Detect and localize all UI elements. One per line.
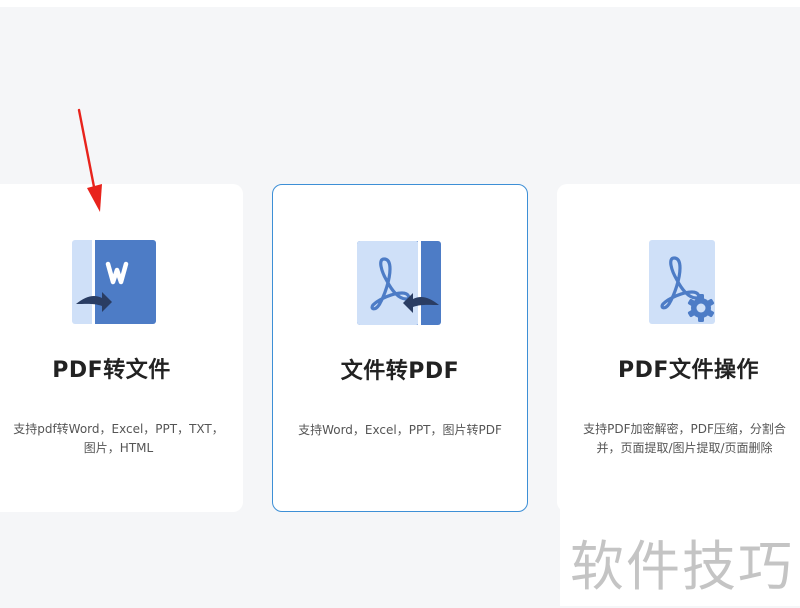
card-description-line: 支持PDF加密解密，PDF压缩，分割合 [583,422,786,436]
card-description-line: 并，页面提取/图片提取/页面删除 [596,441,773,455]
card-description-line: 支持Word，Excel，PPT，图片转PDF [298,423,502,437]
card-title: PDF文件操作 [618,358,759,383]
card-title: PDF转文件 [52,358,171,383]
file-to-pdf-card[interactable]: 文件转PDF 支持Word，Excel，PPT，图片转PDF [272,184,528,512]
card-description: 支持PDF加密解密，PDF压缩，分割合 并，页面提取/图片提取/页面删除 [573,420,796,458]
card-description-line: 支持pdf转Word，Excel，PPT，TXT， [13,422,224,436]
pdf-settings-icon [649,240,715,324]
pdf-to-word-icon [72,240,156,324]
card-title: 文件转PDF [340,359,460,384]
file-to-pdf-icon [357,241,441,325]
card-description: 支持pdf转Word，Excel，PPT，TXT， 图片，HTML [4,420,233,458]
top-strip [0,0,800,7]
card-description: 支持Word，Excel，PPT，图片转PDF [281,421,519,440]
pdf-to-file-card[interactable]: PDF转文件 支持pdf转Word，Excel，PPT，TXT， 图片，HTML [0,184,243,512]
card-description-line: 图片，HTML [83,441,154,455]
watermark-text: 软件技巧 [570,535,794,598]
watermark: 软件技巧 [560,506,800,606]
pdf-operations-card[interactable]: PDF文件操作 支持PDF加密解密，PDF压缩，分割合 并，页面提取/图片提取/… [557,184,800,512]
red-arrow-icon [77,108,102,212]
